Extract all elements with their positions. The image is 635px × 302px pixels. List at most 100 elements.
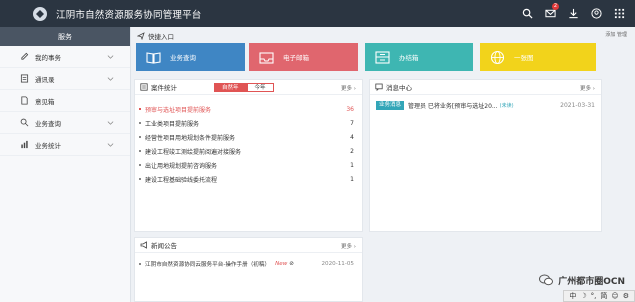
- message-center-panel: 消息中心 更多 › 业务消息 管理员 已将业务[预审与选址20... (未读) …: [369, 79, 602, 232]
- more-label: 更多: [341, 86, 353, 92]
- message-center-title: 消息中心: [386, 84, 412, 92]
- user-icon: [591, 8, 602, 19]
- attachment-icon: ⊘: [289, 261, 294, 267]
- case-stats-header: 案件统计 自然年 今年 更多 ›: [135, 80, 362, 95]
- magnifier-icon: [20, 118, 29, 127]
- stats-row[interactable]: 预审与选址项目提前服务 36: [139, 104, 354, 114]
- ime-toolbar[interactable]: 中 ☽ °, 简 ☺ ⚙: [563, 290, 635, 302]
- stats-row-label: 经营性项目用地规划条件提前服务: [145, 134, 236, 142]
- bullet: [139, 263, 141, 265]
- app-title: 江阴市自然资源服务协同管理平台: [56, 9, 202, 21]
- wechat-icon: [539, 274, 554, 286]
- sidebar: 服务 我的事务 通讯录 意见箱 业务查询 业务统计: [0, 27, 131, 302]
- send-icon: [137, 32, 145, 40]
- sidebar-item-suggestions[interactable]: 意见箱: [0, 90, 130, 112]
- stats-row-count: 1: [350, 175, 354, 183]
- chevron-down-icon: [107, 143, 114, 147]
- search-button[interactable]: [516, 0, 539, 27]
- ime-item[interactable]: ☺: [611, 292, 618, 300]
- stats-row[interactable]: 建设工程基础验线委托流程 1: [139, 174, 354, 184]
- bullet: [139, 122, 141, 124]
- tile-completed-box[interactable]: 办结箱: [365, 43, 473, 71]
- bullet: [139, 164, 141, 166]
- ime-item[interactable]: ☽: [580, 292, 586, 300]
- news-item-date: 2020-11-05: [321, 261, 354, 267]
- tile-business-query[interactable]: 业务查询: [136, 43, 245, 71]
- message-status: (未读): [499, 103, 514, 109]
- tab-natural-year[interactable]: 自然年: [214, 83, 247, 92]
- stats-row[interactable]: 建设工程竣工测绘提前阅遍对接服务 2: [139, 146, 354, 156]
- chevron-down-icon: [107, 55, 114, 59]
- search-icon: [522, 8, 533, 19]
- stats-row-label: 出让用地规划提前咨询服务: [145, 162, 218, 170]
- news-item[interactable]: 江阴市自然资源协同云服务平台-操作手册（初稿） New ⊘ 2020-11-05: [139, 259, 354, 269]
- case-stats-more-link[interactable]: 更多 ›: [341, 84, 356, 92]
- stats-row-label: 工业类项目提前服务: [145, 120, 200, 128]
- document-icon: [21, 96, 28, 105]
- bar-chart-icon: [21, 140, 28, 149]
- notification-badge: 2: [551, 3, 559, 10]
- new-flag: New: [275, 261, 288, 267]
- sidebar-item-my-affairs[interactable]: 我的事务: [0, 46, 130, 68]
- stats-row-count: 4: [350, 133, 354, 141]
- watermark-text: 广州都市圈OCN: [558, 276, 625, 287]
- chevron-down-icon: [107, 77, 114, 81]
- stats-row-count: 7: [350, 119, 354, 127]
- stats-row[interactable]: 工业类项目提前服务 7: [139, 118, 354, 128]
- grid-icon: [614, 8, 625, 19]
- quick-entry-title: 快捷入口: [148, 33, 174, 41]
- news-item-text: 江阴市自然资源协同云服务平台-操作手册（初稿）: [145, 262, 271, 268]
- more-label: 更多: [341, 244, 353, 250]
- inbox-icon: [259, 51, 274, 64]
- stats-row-count: 1: [350, 161, 354, 169]
- news-title: 新闻公告: [151, 242, 177, 250]
- bullet: [139, 108, 141, 110]
- quick-entry-header: 快捷入口: [137, 31, 174, 41]
- stats-row[interactable]: 经营性项目用地规划条件提前服务 4: [139, 132, 354, 142]
- ime-item[interactable]: ⚙: [623, 292, 629, 300]
- tile-one-map[interactable]: 一张图: [480, 43, 596, 71]
- message-icon: [375, 83, 383, 91]
- sidebar-item-contacts[interactable]: 通讯录: [0, 68, 130, 90]
- sidebar-item-business-query[interactable]: 业务查询: [0, 112, 130, 134]
- stats-row-count: 36: [346, 105, 354, 113]
- quick-manage-link[interactable]: 添加 管理: [605, 31, 627, 38]
- bullet: [139, 150, 141, 152]
- ime-item[interactable]: °,: [591, 292, 597, 300]
- news-more-link[interactable]: 更多 ›: [341, 242, 356, 250]
- stats-row-label: 建设工程基础验线委托流程: [145, 176, 218, 184]
- news-panel: 新闻公告 更多 › 江阴市自然资源协同云服务平台-操作手册（初稿） New ⊘ …: [134, 237, 363, 302]
- case-stats-panel: 案件统计 自然年 今年 更多 › 预审与选址项目提前服务 36 工业类项目提前服务…: [134, 79, 363, 232]
- contacts-icon: [20, 74, 29, 83]
- stats-row[interactable]: 出让用地规划提前咨询服务 1: [139, 160, 354, 170]
- megaphone-icon: [140, 241, 147, 249]
- bullet: [139, 136, 141, 138]
- tab-this-year[interactable]: 今年: [246, 83, 274, 92]
- mail-button[interactable]: 2: [539, 0, 562, 27]
- ime-item[interactable]: 简: [600, 291, 607, 301]
- bullet: [139, 178, 141, 180]
- list-icon: [140, 83, 148, 91]
- top-bar: 江阴市自然资源服务协同管理平台 2: [0, 0, 635, 27]
- menu-button[interactable]: [608, 0, 631, 27]
- tile-label: 办结箱: [399, 54, 419, 62]
- tile-label: 一张图: [514, 54, 534, 62]
- message-center-more-link[interactable]: 更多 ›: [580, 84, 595, 92]
- tile-label: 业务查询: [170, 54, 196, 62]
- download-button[interactable]: [562, 0, 585, 27]
- message-tag: 业务消息: [376, 101, 405, 110]
- message-text: 管理员 已将业务[预审与选址20...: [408, 103, 498, 110]
- sidebar-item-label: 业务查询: [35, 119, 61, 128]
- sidebar-item-label: 我的事务: [35, 53, 61, 62]
- more-label: 更多: [580, 86, 592, 92]
- case-stats-title: 案件统计: [151, 84, 177, 92]
- tile-email[interactable]: 电子邮箱: [249, 43, 358, 71]
- tile-label: 电子邮箱: [283, 54, 309, 62]
- download-icon: [569, 8, 578, 19]
- sidebar-item-business-stats[interactable]: 业务统计: [0, 134, 130, 156]
- user-button[interactable]: [585, 0, 608, 27]
- ime-item[interactable]: 中: [569, 291, 576, 301]
- message-item[interactable]: 业务消息 管理员 已将业务[预审与选址20... (未读) 2021-03-31: [376, 101, 595, 110]
- book-icon: [146, 51, 161, 64]
- watermark: 广州都市圈OCN: [538, 272, 625, 288]
